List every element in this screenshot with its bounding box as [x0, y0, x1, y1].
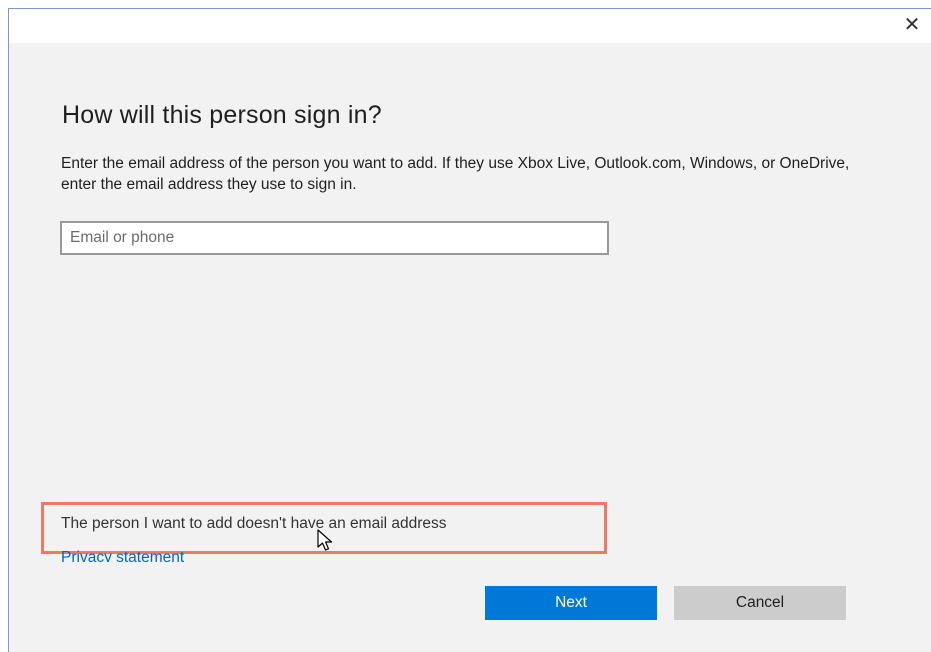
close-icon[interactable]: ✕ — [901, 14, 923, 36]
next-button[interactable]: Next — [485, 586, 657, 620]
description-text: Enter the email address of the person yo… — [61, 155, 850, 193]
page-title: How will this person sign in? — [62, 101, 382, 129]
title-bar: ✕ — [9, 9, 931, 43]
no-email-address-link[interactable]: The person I want to add doesn't have an… — [61, 515, 447, 533]
cancel-button[interactable]: Cancel — [674, 586, 846, 620]
mouse-pointer-icon — [317, 529, 333, 551]
privacy-statement-link[interactable]: Privacy statement — [61, 544, 184, 562]
add-user-dialog: ✕ How will this person sign in? Enter th… — [8, 8, 931, 652]
email-field[interactable] — [60, 221, 609, 255]
